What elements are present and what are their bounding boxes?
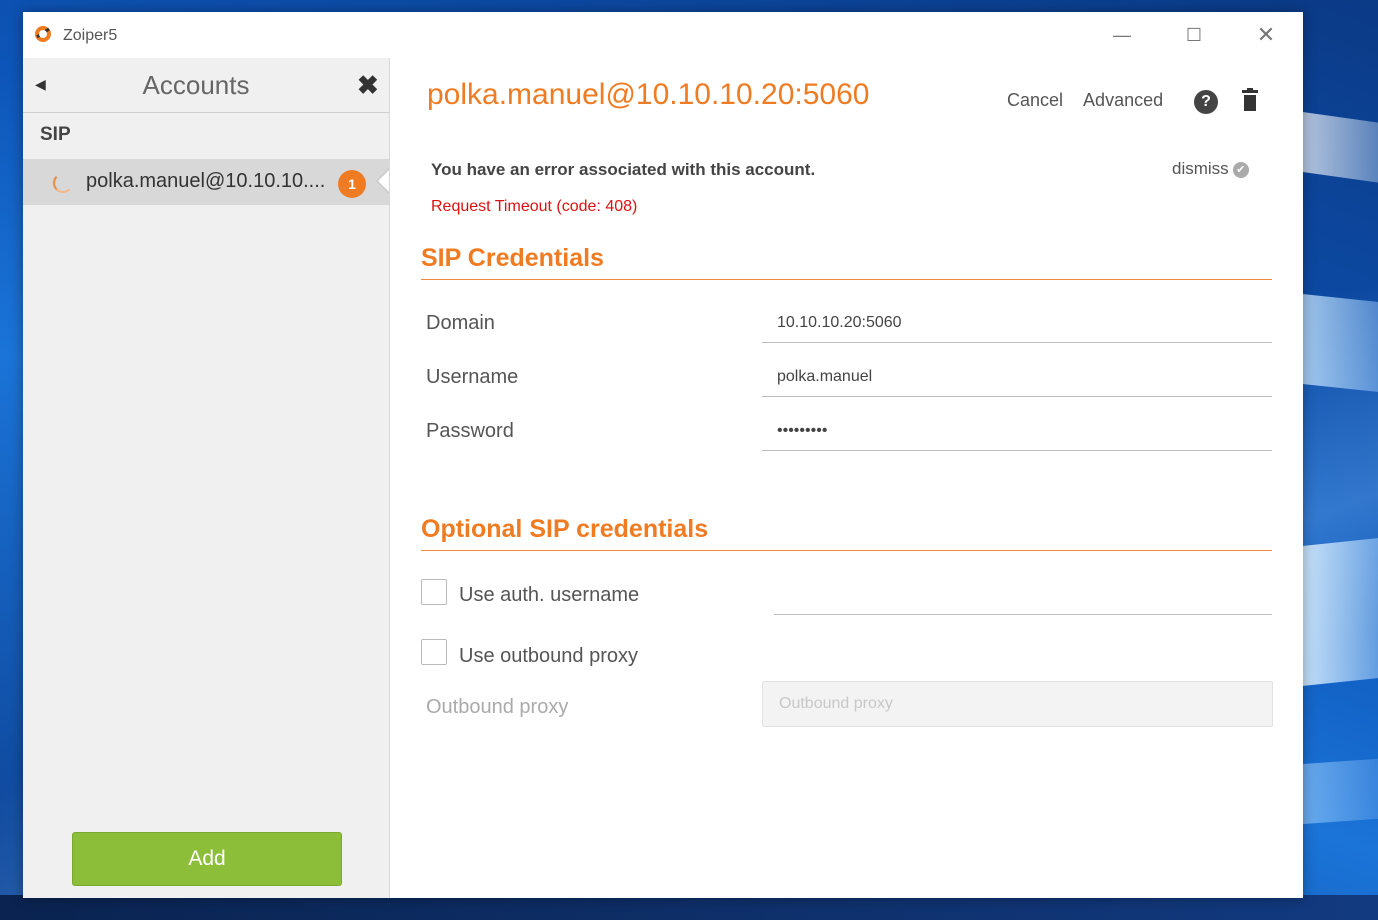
optional-credentials-heading: Optional SIP credentials	[421, 515, 709, 543]
sip-credentials-heading: SIP Credentials	[421, 244, 604, 272]
outbound-proxy-label: Outbound proxy	[426, 696, 569, 718]
dismiss-error-link[interactable]: dismiss ✔	[1172, 159, 1249, 179]
taskbar-edge	[0, 895, 1378, 920]
connecting-spinner-icon	[53, 173, 73, 193]
section-divider	[421, 550, 1272, 551]
wallpaper-light	[1300, 755, 1378, 825]
add-account-button[interactable]: Add	[72, 832, 342, 886]
close-sidebar-icon[interactable]: ✖	[357, 70, 379, 101]
account-title: polka.manuel@10.10.10.20:5060	[427, 78, 870, 111]
use-outbound-proxy-label[interactable]: Use outbound proxy	[459, 645, 638, 668]
username-label: Username	[426, 366, 519, 388]
wallpaper-light	[1300, 293, 1378, 397]
app-window: Zoiper5 — ☐ ✕ ◀ Accounts ✖ SIP polka.man…	[23, 12, 1303, 898]
zoiper-logo-icon	[35, 26, 51, 42]
accounts-sidebar: ◀ Accounts ✖ SIP polka.manuel@10.10.10..…	[23, 58, 390, 898]
use-outbound-proxy-checkbox[interactable]	[421, 639, 447, 665]
use-auth-username-checkbox[interactable]	[421, 579, 447, 605]
domain-field[interactable]: 10.10.10.20:5060	[762, 302, 1272, 343]
outbound-proxy-placeholder: Outbound proxy	[779, 695, 893, 712]
delete-account-icon[interactable]	[1242, 88, 1258, 114]
selection-pointer	[376, 168, 389, 194]
header-actions: Cancel Advanced	[1007, 90, 1179, 111]
sidebar-section-sip: SIP	[40, 124, 71, 145]
sidebar-header: ◀ Accounts ✖	[23, 58, 389, 113]
auth-username-input[interactable]	[774, 614, 1272, 615]
section-divider	[421, 279, 1272, 280]
domain-value: 10.10.10.20:5060	[777, 314, 902, 331]
sidebar-title: Accounts	[142, 70, 250, 100]
check-circle-icon: ✔	[1232, 161, 1249, 178]
use-auth-username-label[interactable]: Use auth. username	[459, 584, 639, 607]
account-list-item-label: polka.manuel@10.10.10....	[86, 170, 326, 192]
wallpaper-light	[1300, 533, 1378, 687]
wallpaper-light	[1300, 111, 1378, 189]
cancel-button[interactable]: Cancel	[1007, 90, 1063, 110]
error-message: Request Timeout (code: 408)	[431, 198, 638, 215]
domain-label: Domain	[426, 312, 495, 334]
title-bar[interactable]: Zoiper5 — ☐ ✕	[23, 12, 1303, 58]
outbound-proxy-input: Outbound proxy	[762, 681, 1273, 727]
dismiss-label: dismiss	[1172, 159, 1229, 178]
advanced-button[interactable]: Advanced	[1083, 90, 1163, 110]
username-value: polka.manuel	[777, 368, 873, 385]
minimize-button[interactable]: —	[1099, 20, 1145, 50]
help-icon[interactable]: ?	[1194, 90, 1218, 114]
password-label: Password	[426, 420, 514, 442]
error-title: You have an error associated with this a…	[431, 160, 816, 179]
error-count-badge: 1	[338, 170, 366, 198]
maximize-button[interactable]: ☐	[1171, 20, 1217, 50]
password-value: •••••••••	[777, 422, 828, 439]
close-window-button[interactable]: ✕	[1243, 20, 1289, 50]
password-field[interactable]: •••••••••	[762, 410, 1272, 451]
account-details-panel: polka.manuel@10.10.10.20:5060 Cancel Adv…	[390, 58, 1303, 898]
window-title: Zoiper5	[63, 27, 118, 44]
username-field[interactable]: polka.manuel	[762, 356, 1272, 397]
account-list-item[interactable]: polka.manuel@10.10.10.... 1	[23, 159, 389, 205]
